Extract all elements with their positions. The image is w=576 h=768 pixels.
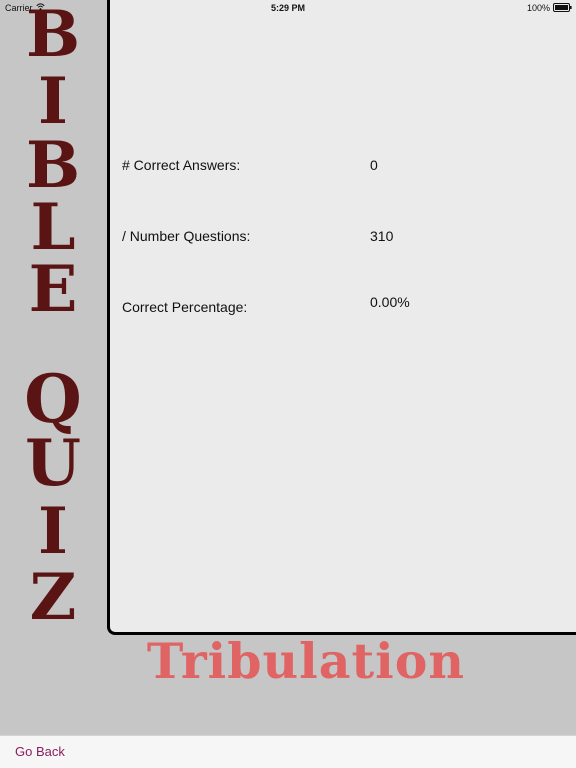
number-questions-value: 310 bbox=[370, 228, 394, 244]
title-letter: E bbox=[28, 252, 78, 327]
title-letter: Z bbox=[29, 560, 77, 635]
title-letter: B bbox=[25, 128, 81, 203]
tribulation-subtitle: Tribulation bbox=[146, 632, 466, 690]
title-letter: I bbox=[38, 494, 68, 569]
correct-answers-value: 0 bbox=[370, 157, 378, 173]
title-letter: U bbox=[25, 426, 81, 501]
battery-icon bbox=[553, 3, 572, 12]
correct-answers-label: # Correct Answers: bbox=[122, 157, 241, 173]
clock: 5:29 PM bbox=[270, 3, 305, 13]
title-letter: L bbox=[30, 190, 76, 265]
bible-quiz-vertical-title: B I B L E Q U I Z bbox=[0, 0, 106, 640]
title-letter: I bbox=[38, 64, 68, 139]
status-bar: Carrier 5:29 PM 100% bbox=[0, 0, 576, 16]
go-back-button[interactable]: Go Back bbox=[15, 744, 65, 759]
battery-percentage: 100% bbox=[526, 3, 550, 13]
correct-percentage-label: Correct Percentage: bbox=[122, 299, 248, 315]
results-panel bbox=[107, 0, 576, 635]
bottom-toolbar: Go Back bbox=[0, 735, 576, 768]
title-letter: Q bbox=[24, 360, 82, 438]
number-questions-label: / Number Questions: bbox=[122, 228, 251, 244]
correct-percentage-value: 0.00% bbox=[370, 294, 410, 310]
